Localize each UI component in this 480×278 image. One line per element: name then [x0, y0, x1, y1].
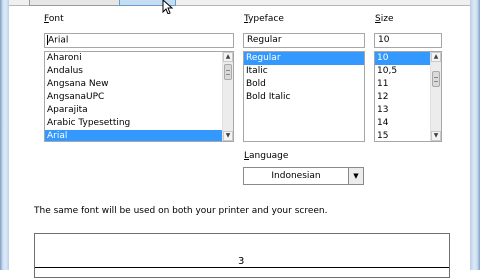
- scroll-down-icon[interactable]: ▼: [431, 131, 441, 141]
- scroll-down-icon[interactable]: ▼: [223, 131, 233, 141]
- font-list-item[interactable]: Aharoni: [45, 52, 233, 65]
- font-usage-note: The same font will be used on both your …: [34, 206, 328, 216]
- typeface-list-item[interactable]: Italic: [244, 65, 364, 78]
- language-label: Language: [244, 151, 289, 161]
- tab-strip: [9, 0, 470, 6]
- font-list-item[interactable]: AngsanaUPC: [45, 91, 233, 104]
- font-list-item[interactable]: Angsana New: [45, 78, 233, 91]
- font-list-item-selected[interactable]: Arial: [45, 130, 233, 141]
- typeface-list-item[interactable]: Bold: [244, 78, 364, 91]
- font-list-item[interactable]: Andalus: [45, 65, 233, 78]
- font-preview-box: 3: [34, 233, 450, 278]
- scroll-thumb[interactable]: [224, 64, 232, 80]
- size-list-scrollbar[interactable]: ▲ ▼: [430, 52, 441, 141]
- font-label: Font: [44, 14, 64, 24]
- typeface-label: Typeface: [244, 14, 284, 24]
- scroll-up-icon[interactable]: ▲: [223, 52, 233, 62]
- language-value: Indonesian: [271, 171, 321, 181]
- typeface-list-item-selected[interactable]: Regular: [244, 52, 364, 65]
- tab-fonts[interactable]: [29, 0, 121, 6]
- scroll-grip-icon: [226, 70, 230, 75]
- size-list[interactable]: 10 10,5 11 12 13 14 15 ▲ ▼: [374, 51, 442, 142]
- scroll-up-icon[interactable]: ▲: [431, 52, 441, 62]
- window-frame-left: [0, 0, 9, 270]
- font-list-item[interactable]: Aparajita: [45, 104, 233, 117]
- scroll-thumb[interactable]: [432, 71, 440, 87]
- font-list[interactable]: Aharoni Andalus Angsana New AngsanaUPC A…: [44, 51, 234, 142]
- font-list-scrollbar[interactable]: ▲ ▼: [222, 52, 233, 141]
- typeface-list[interactable]: Regular Italic Bold Bold Italic: [243, 51, 365, 142]
- preview-text: 3: [238, 256, 245, 267]
- typeface-input[interactable]: Regular: [243, 33, 365, 48]
- window-frame-right: [470, 0, 480, 270]
- mouse-pointer-icon: [162, 0, 174, 14]
- font-list-item[interactable]: Arabic Typesetting: [45, 117, 233, 130]
- chevron-down-icon[interactable]: ▼: [348, 168, 363, 184]
- typeface-list-item[interactable]: Bold Italic: [244, 91, 364, 104]
- language-select[interactable]: Indonesian ▼: [243, 167, 364, 185]
- size-label: Size: [375, 14, 394, 24]
- scroll-grip-icon: [434, 77, 438, 82]
- font-name-input[interactable]: Arial: [44, 33, 234, 48]
- size-input[interactable]: 10: [374, 33, 442, 48]
- preview-baseline: [35, 267, 449, 268]
